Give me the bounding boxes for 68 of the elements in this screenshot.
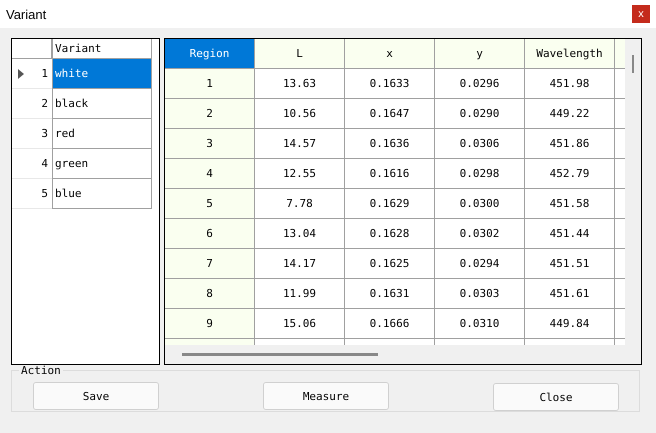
- table-cell: 451.86: [525, 129, 615, 159]
- table-cell: 12.55: [255, 159, 345, 189]
- table-cell: 449.22: [525, 99, 615, 129]
- table-cell: 0.0306: [435, 129, 525, 159]
- table-cell: 0.1647: [345, 99, 435, 129]
- action-button[interactable]: Save: [33, 382, 159, 410]
- table-cell: 451.98: [525, 69, 615, 99]
- row-header: 7: [165, 249, 255, 279]
- table-cell: 0.1628: [345, 219, 435, 249]
- row-number: 3: [41, 127, 48, 140]
- table-cell: 13.63: [255, 69, 345, 99]
- row-header: 1: [165, 69, 255, 99]
- table-cell: 0.0298: [435, 159, 525, 189]
- table-cell: 449.84: [525, 309, 615, 339]
- table-cell: 0.1633: [345, 69, 435, 99]
- table-cell: 452.79: [525, 159, 615, 189]
- row-header: 6: [165, 219, 255, 249]
- table-cell: 0.0294: [435, 249, 525, 279]
- table-cell: 11.99: [255, 279, 345, 309]
- window-close-button[interactable]: x: [632, 5, 650, 23]
- table-cell: 15.06: [255, 309, 345, 339]
- variant-cell[interactable]: green: [52, 149, 152, 179]
- variant-cell[interactable]: red: [52, 119, 152, 149]
- table-cell: 0.0300: [435, 189, 525, 219]
- row-number: 2: [41, 97, 48, 110]
- column-header: Variant: [55, 42, 102, 55]
- table-cell: 0.1629: [345, 189, 435, 219]
- table-cell: 0.0303: [435, 279, 525, 309]
- group-title: Action: [20, 364, 62, 377]
- table-cell: 451.44: [525, 219, 615, 249]
- row-header: 2: [165, 99, 255, 129]
- row-header: 3: [165, 129, 255, 159]
- table-cell: 0.1636: [345, 129, 435, 159]
- table-cell: 0.0310: [435, 309, 525, 339]
- table-cell: 451.61: [525, 279, 615, 309]
- variant-cell[interactable]: white: [52, 59, 152, 89]
- column-header[interactable]: Wavelength: [525, 39, 615, 69]
- row-number: 1: [41, 67, 48, 80]
- variant-cell[interactable]: black: [52, 89, 152, 119]
- window-title: Variant: [6, 6, 46, 22]
- variant-cell[interactable]: blue: [52, 179, 152, 209]
- action-button[interactable]: Close: [493, 383, 619, 411]
- table-cell: 451.58: [525, 189, 615, 219]
- table-cell: 13.04: [255, 219, 345, 249]
- column-header[interactable]: x: [345, 39, 435, 69]
- column-header[interactable]: Region: [165, 39, 255, 69]
- column-header[interactable]: L: [255, 39, 345, 69]
- row-number: 4: [41, 157, 48, 170]
- table-cell: 0.1616: [345, 159, 435, 189]
- table-cell: 0.1666: [345, 309, 435, 339]
- table-cell: 0.0302: [435, 219, 525, 249]
- table-cell: 14.17: [255, 249, 345, 279]
- table-cell: 0.0296: [435, 69, 525, 99]
- row-header: 8: [165, 279, 255, 309]
- table-cell: 7.78: [255, 189, 345, 219]
- row-pointer-icon: [18, 68, 24, 78]
- table-cell: 14.57: [255, 129, 345, 159]
- column-header[interactable]: y: [435, 39, 525, 69]
- row-header: 5: [165, 189, 255, 219]
- table-cell: 451.51: [525, 249, 615, 279]
- table-cell: 0.1631: [345, 279, 435, 309]
- row-number: 5: [41, 187, 48, 200]
- action-button[interactable]: Measure: [263, 382, 389, 410]
- row-header: 4: [165, 159, 255, 189]
- row-header: 9: [165, 309, 255, 339]
- table-cell: 10.56: [255, 99, 345, 129]
- table-cell: 0.1625: [345, 249, 435, 279]
- table-cell: 0.0290: [435, 99, 525, 129]
